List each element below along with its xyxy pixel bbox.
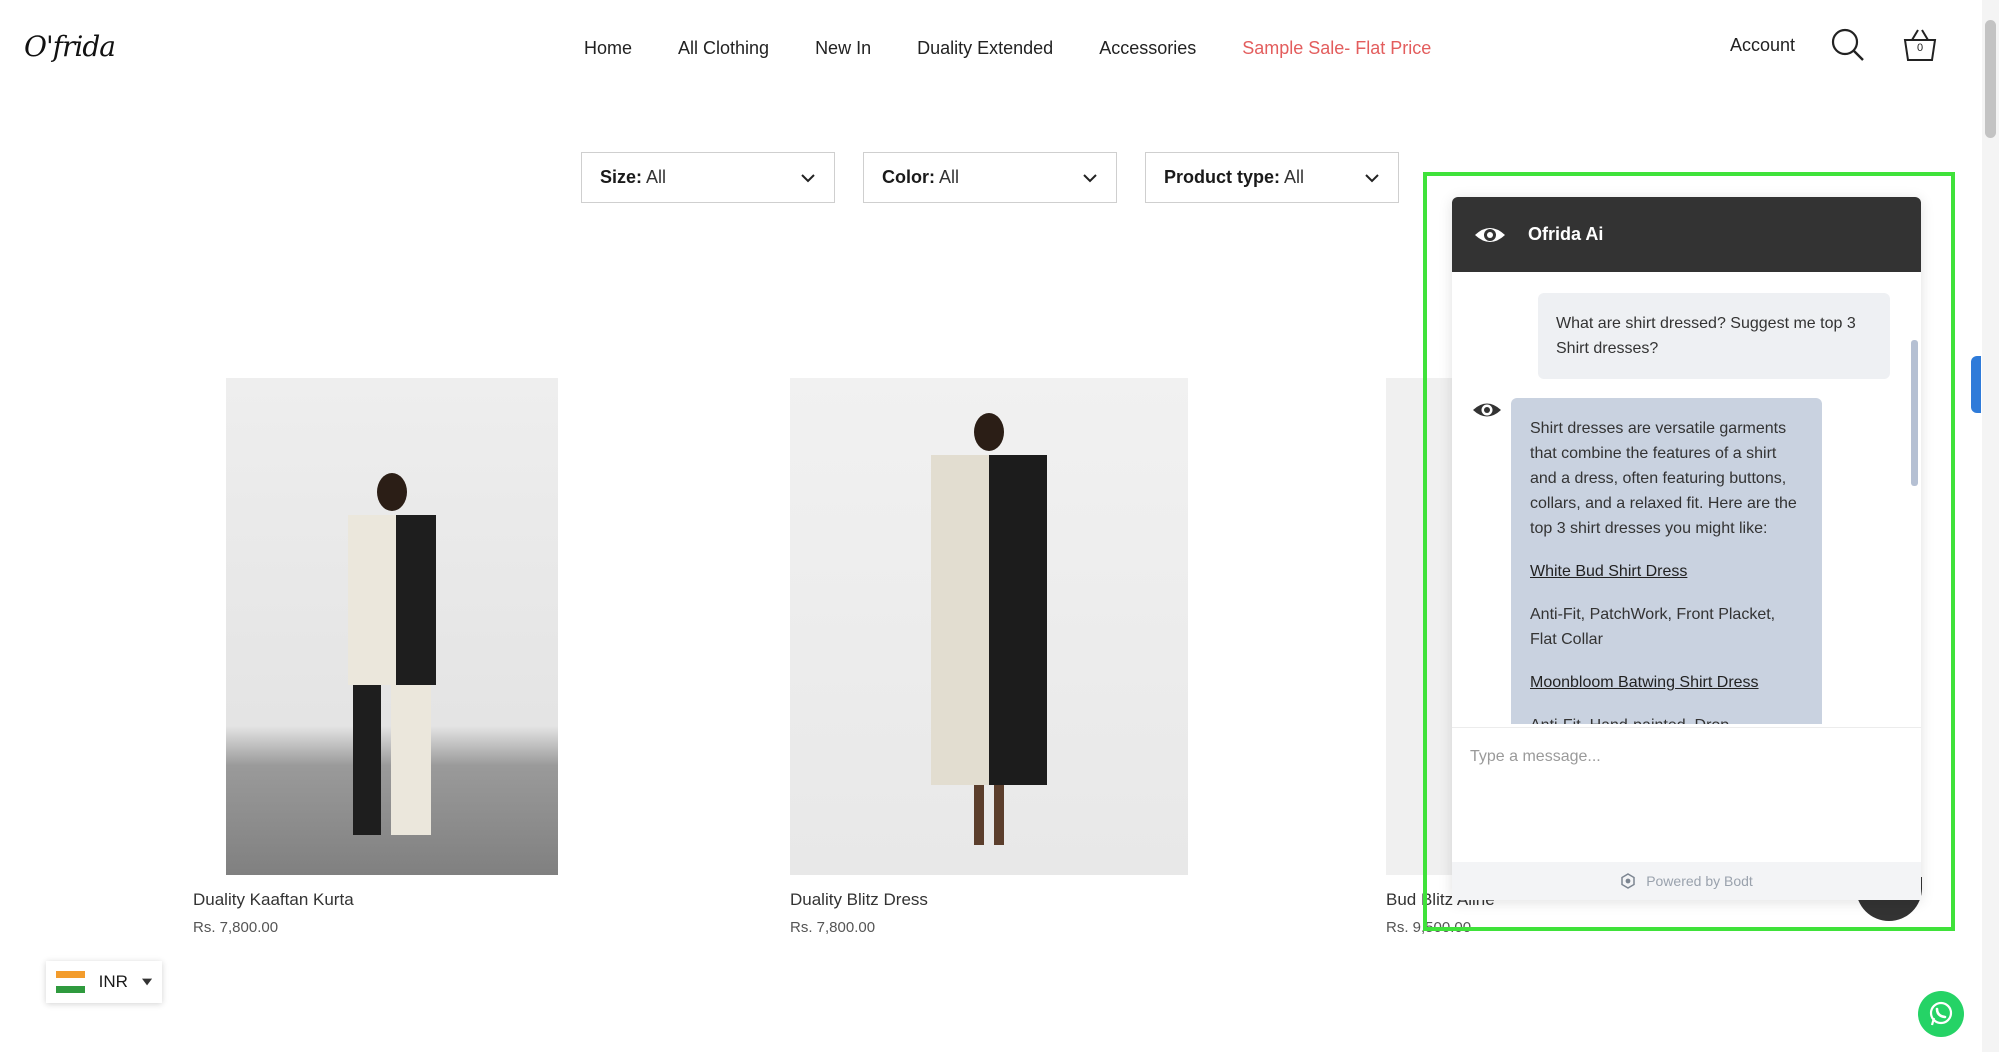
chat-input-area: [1452, 727, 1921, 862]
main-nav: Home All Clothing New In Duality Extende…: [584, 38, 1431, 59]
currency-selector[interactable]: INR: [46, 961, 162, 1003]
user-message: What are shirt dressed? Suggest me top 3…: [1538, 293, 1890, 379]
filter-color[interactable]: Color: All: [863, 152, 1117, 203]
chevron-down-icon: [1083, 173, 1097, 182]
nav-duality-extended[interactable]: Duality Extended: [917, 38, 1053, 59]
filter-size-label: Size:: [600, 167, 643, 187]
bot-avatar-eye-icon: [1472, 400, 1502, 425]
powered-by-text: Powered by Bodt: [1646, 873, 1753, 889]
nav-accessories[interactable]: Accessories: [1099, 38, 1196, 59]
search-icon[interactable]: [1829, 26, 1867, 64]
chat-messages[interactable]: What are shirt dressed? Suggest me top 3…: [1452, 272, 1921, 724]
nav-new-in[interactable]: New In: [815, 38, 871, 59]
eye-icon: [1475, 227, 1505, 242]
india-flag-icon: [56, 971, 85, 993]
filter-product-type-value: All: [1284, 167, 1305, 187]
side-tab-button[interactable]: [1971, 356, 1981, 413]
site-logo[interactable]: O'frida: [24, 30, 116, 63]
chat-title: Ofrida Ai: [1528, 224, 1604, 244]
filter-product-type[interactable]: Product type: All: [1145, 152, 1399, 203]
page-scrollbar[interactable]: [1982, 0, 1999, 1052]
product-name[interactable]: Duality Kaaftan Kurta: [193, 890, 354, 910]
chat-header: Ofrida Ai: [1452, 197, 1921, 272]
powered-by-footer: Powered by Bodt: [1452, 862, 1921, 900]
filter-size-value: All: [646, 167, 667, 187]
bodt-logo-icon: [1621, 873, 1635, 889]
cart-count: 0: [1916, 42, 1924, 54]
product-link-white-bud-shirt-dress[interactable]: White Bud Shirt Dress: [1530, 563, 1687, 580]
chevron-down-icon: [1365, 173, 1379, 182]
filter-size[interactable]: Size: All: [581, 152, 835, 203]
nav-all-clothing[interactable]: All Clothing: [678, 38, 769, 59]
product-price: Rs. 9,500.00: [1386, 919, 1472, 936]
product-desc: Anti-Fit, Hand-painted, Drop: [1530, 713, 1803, 724]
filter-color-value: All: [939, 167, 960, 187]
chat-widget: Ofrida Ai What are shirt dressed? Sugges…: [1452, 197, 1921, 900]
filter-product-type-label: Product type:: [1164, 167, 1281, 187]
product-price: Rs. 7,800.00: [193, 919, 279, 936]
chat-scrollbar[interactable]: [1911, 290, 1918, 700]
caret-down-icon: [141, 978, 152, 986]
chevron-down-icon: [801, 173, 815, 182]
cart-icon[interactable]: 0: [1901, 26, 1939, 64]
bot-message: Shirt dresses are versatile garments tha…: [1511, 398, 1822, 724]
product-desc: Anti-Fit, PatchWork, Front Placket, Flat…: [1530, 606, 1776, 648]
currency-code: INR: [98, 972, 128, 991]
product-price: Rs. 7,800.00: [790, 919, 876, 936]
product-name[interactable]: Duality Blitz Dress: [790, 890, 928, 910]
account-link[interactable]: Account: [1730, 35, 1795, 56]
nav-sample-sale[interactable]: Sample Sale- Flat Price: [1242, 38, 1431, 59]
bot-intro-text: Shirt dresses are versatile garments tha…: [1530, 420, 1797, 537]
chat-message-input[interactable]: [1470, 748, 1890, 766]
model-figure: [348, 473, 436, 835]
product-link-moonbloom-batwing-shirt-dress[interactable]: Moonbloom Batwing Shirt Dress: [1530, 674, 1759, 691]
filter-color-label: Color:: [882, 167, 935, 187]
header-actions: Account 0: [1730, 26, 1939, 64]
page-scrollbar-thumb[interactable]: [1985, 20, 1996, 138]
whatsapp-icon[interactable]: [1918, 991, 1964, 1037]
nav-home[interactable]: Home: [584, 38, 632, 59]
product-image[interactable]: [226, 378, 558, 875]
model-figure: [931, 413, 1047, 845]
product-image[interactable]: [790, 378, 1188, 875]
